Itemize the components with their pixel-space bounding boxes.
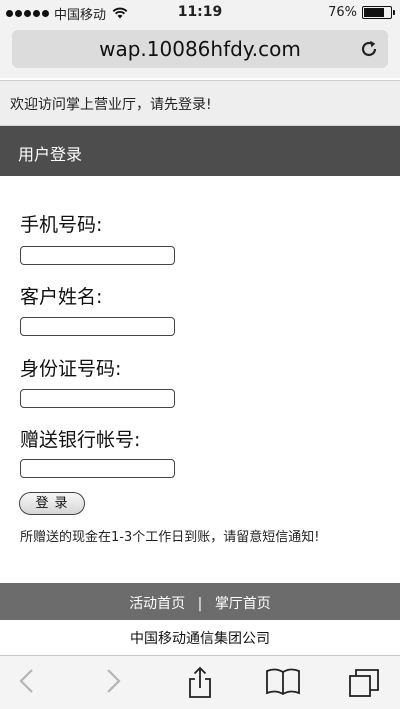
battery-level <box>364 8 384 17</box>
battery-percent: 76% <box>328 5 357 20</box>
browser-toolbar <box>0 655 400 709</box>
bookmarks-icon[interactable] <box>265 666 301 696</box>
welcome-text: 欢迎访问掌上营业厅，请先登录! <box>10 97 212 113</box>
browser-address-area: wap.10086hfdy.com <box>0 26 400 78</box>
notice-text: 所赠送的现金在1-3个工作日到账，请留意短信通知! <box>20 530 320 545</box>
welcome-banner: 欢迎访问掌上营业厅，请先登录! <box>0 80 400 126</box>
login-button[interactable]: 登录 <box>19 492 85 515</box>
id-label: 身份证号码: <box>20 358 122 380</box>
status-right: 76% <box>328 5 395 20</box>
page-title: 用户登录 <box>18 145 83 164</box>
footer-separator: | <box>197 596 203 612</box>
hall-home-link[interactable]: 掌厅首页 <box>215 596 271 612</box>
tabs-icon[interactable] <box>348 666 382 700</box>
login-header: 用户登录 <box>0 126 400 176</box>
back-icon[interactable] <box>14 666 40 696</box>
activity-home-link[interactable]: 活动首页 <box>129 596 185 612</box>
bank-account-input[interactable] <box>20 459 175 478</box>
id-number-input[interactable] <box>20 389 175 408</box>
phone-label: 手机号码: <box>20 214 103 236</box>
forward-icon[interactable] <box>100 666 126 696</box>
footer-links-row: 活动首页 | 掌厅首页 <box>0 593 400 613</box>
address-bar[interactable]: wap.10086hfdy.com <box>12 30 388 68</box>
name-input[interactable] <box>20 317 175 336</box>
reload-icon[interactable] <box>358 38 380 60</box>
company-name: 中国移动通信集团公司 <box>130 631 270 647</box>
bank-label: 赠送银行帐号: <box>20 429 141 451</box>
share-icon[interactable] <box>186 666 214 700</box>
footer-links: 活动首页 | 掌厅首页 <box>0 583 400 620</box>
battery-icon <box>362 6 395 19</box>
phone-input[interactable] <box>20 246 175 265</box>
name-label: 客户姓名: <box>20 286 103 308</box>
url-text[interactable]: wap.10086hfdy.com <box>12 37 388 61</box>
status-bar: 中国移动 11:19 76% <box>0 0 400 26</box>
